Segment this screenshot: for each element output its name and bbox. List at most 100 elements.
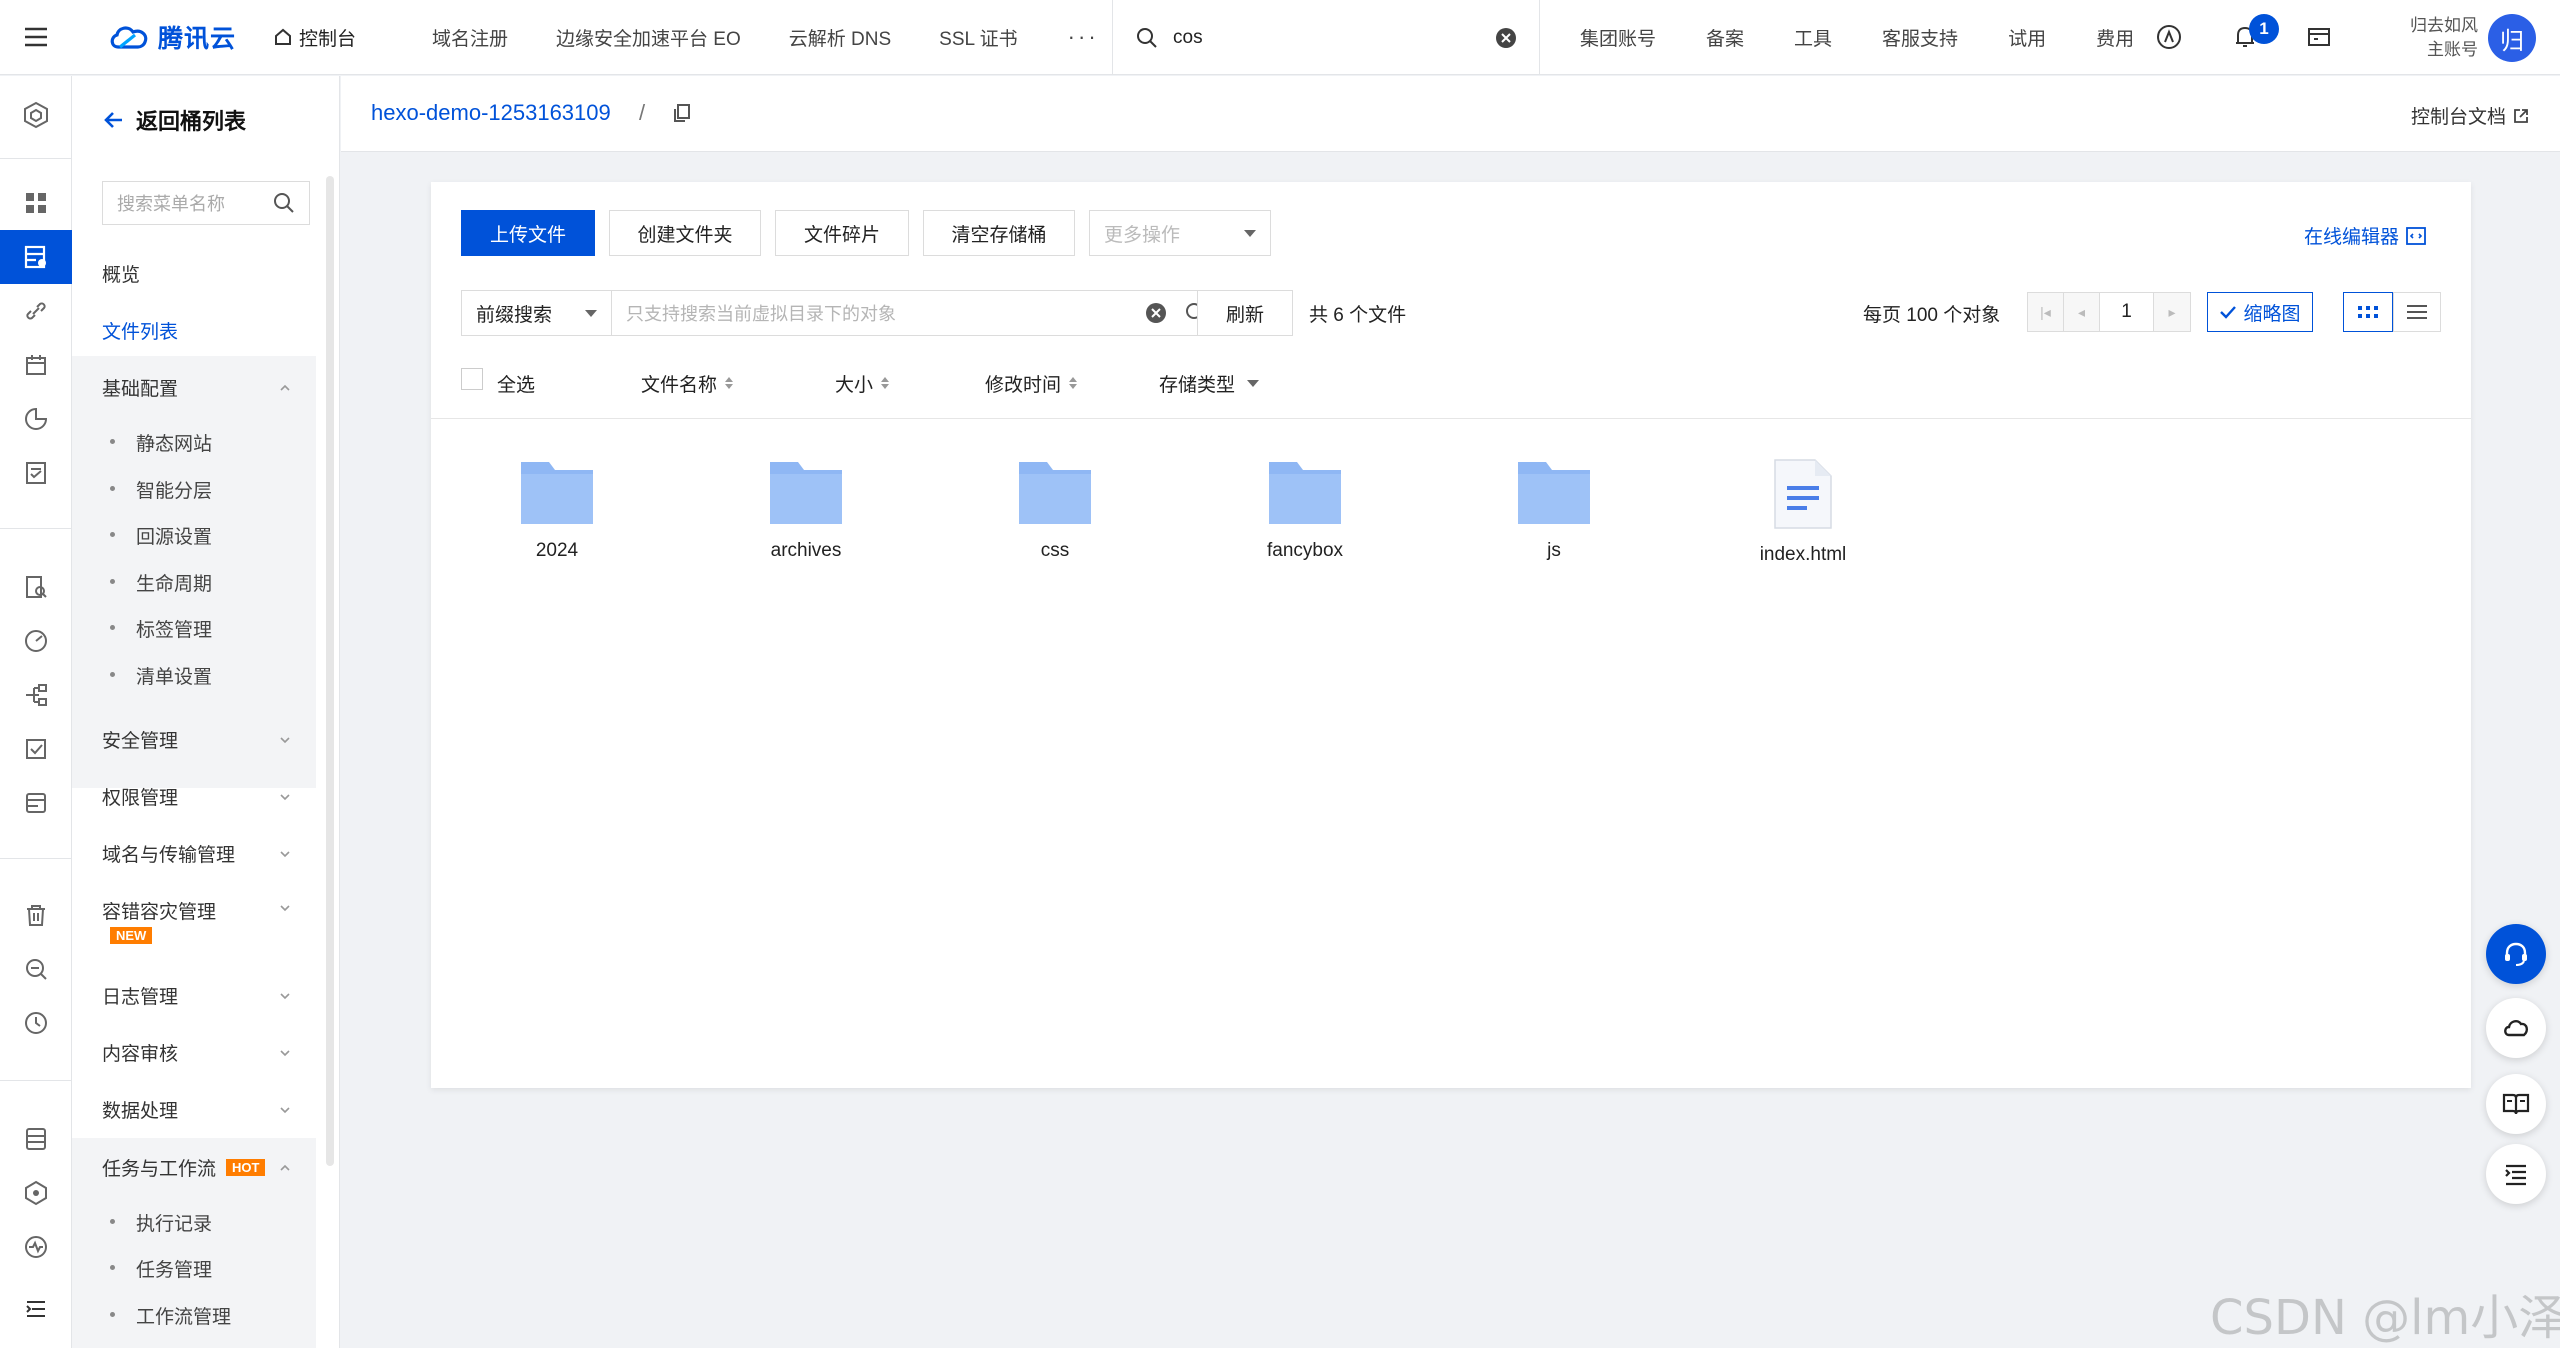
rail-archive[interactable]	[0, 1112, 72, 1166]
nav-group-account[interactable]: 集团账号	[1580, 24, 1656, 51]
rail-inspect[interactable]	[0, 942, 72, 996]
avatar[interactable]: 归	[2488, 14, 2536, 62]
menu-search-input[interactable]: 搜索菜单名称	[102, 181, 310, 225]
nav-link-eo[interactable]: 边缘安全加速平台 EO	[556, 24, 741, 51]
menu-permission[interactable]: 权限管理	[102, 783, 322, 810]
back-to-bucket-list[interactable]: 返回桶列表	[102, 104, 246, 136]
rail-speed[interactable]	[0, 614, 72, 668]
rail-calendar[interactable]	[0, 338, 72, 392]
brand-logo[interactable]: 腾讯云	[108, 19, 243, 55]
rail-cos-icon[interactable]	[0, 88, 72, 142]
task-list-button[interactable]	[2486, 1144, 2546, 1204]
customer-service-button[interactable]	[2486, 924, 2546, 984]
online-editor-link[interactable]: 在线编辑器	[2304, 222, 2427, 249]
grid-view-button[interactable]	[2343, 292, 2393, 332]
thumbnail-toggle[interactable]: 缩略图	[2207, 292, 2313, 332]
rail-tasks[interactable]	[0, 722, 72, 776]
folder-item[interactable]: js	[1474, 458, 1634, 562]
nav-tools[interactable]: 工具	[1794, 24, 1832, 51]
menu-data-processing[interactable]: 数据处理	[102, 1096, 322, 1123]
rail-search-data[interactable]	[0, 560, 72, 614]
console-link[interactable]: 控制台	[273, 24, 356, 51]
nav-link-dns[interactable]: 云解析 DNS	[789, 24, 891, 51]
upload-file-button[interactable]: 上传文件	[461, 210, 595, 256]
folder-item[interactable]: archives	[726, 458, 886, 562]
nav-support[interactable]: 客服支持	[1882, 24, 1958, 51]
sort-by-modified[interactable]: 修改时间	[985, 368, 1078, 398]
menu-lifecycle[interactable]: 生命周期	[109, 569, 212, 596]
clear-filter-button[interactable]	[1136, 291, 1176, 335]
docs-button[interactable]	[2486, 1074, 2546, 1134]
menu-inventory[interactable]: 清单设置	[109, 662, 212, 689]
rail-collapse[interactable]	[0, 1282, 72, 1336]
create-folder-button[interactable]: 创建文件夹	[609, 210, 761, 256]
list-view-button[interactable]	[2393, 292, 2441, 332]
rail-hierarchy[interactable]	[0, 668, 72, 722]
menu-tag-management[interactable]: 标签管理	[109, 615, 212, 642]
rail-analytics[interactable]	[0, 392, 72, 446]
user-info[interactable]: 归去如风 主账号	[2388, 14, 2478, 62]
menu-file-list[interactable]: 文件列表	[102, 317, 178, 344]
more-operations-dropdown[interactable]: 更多操作	[1089, 210, 1271, 256]
page-size-select[interactable]: 每页 100 个对象	[1863, 300, 2000, 327]
menu-execution-records[interactable]: 执行记录	[109, 1209, 212, 1236]
nav-link-ssl[interactable]: SSL 证书	[939, 24, 1018, 51]
menu-task-management[interactable]: 任务管理	[109, 1255, 212, 1282]
rail-monitor[interactable]	[0, 996, 72, 1050]
nav-filing[interactable]: 备案	[1706, 24, 1744, 51]
storage-class-filter[interactable]: 存储类型	[1159, 368, 1260, 398]
file-name: css	[1040, 540, 1070, 561]
nav-trial[interactable]: 试用	[2008, 24, 2046, 51]
clear-search-icon[interactable]	[1495, 27, 1517, 49]
shopping-cart-icon[interactable]	[2304, 22, 2334, 52]
clear-bucket-button[interactable]: 清空存储桶	[923, 210, 1075, 256]
global-search-input[interactable]: cos	[1112, 0, 1540, 75]
rail-network[interactable]	[0, 1166, 72, 1220]
bucket-name[interactable]: hexo-demo-1253163109	[371, 100, 611, 126]
rail-health[interactable]	[0, 1220, 72, 1274]
sort-by-size[interactable]: 大小	[835, 368, 890, 398]
rail-trash[interactable]	[0, 888, 72, 942]
rail-storage[interactable]	[0, 776, 72, 830]
file-item[interactable]: index.html	[1723, 458, 1883, 566]
menu-overview[interactable]: 概览	[102, 260, 140, 287]
search-mode-select[interactable]: 前缀搜索	[462, 291, 612, 335]
folder-item[interactable]: 2024	[477, 458, 637, 562]
menu-disaster-recovery[interactable]: 容错容灾管理 NEW	[102, 897, 322, 967]
menu-intelligent-tiering[interactable]: 智能分层	[109, 476, 212, 503]
next-page-button[interactable]: ▸	[2154, 293, 2190, 331]
rail-dashboard[interactable]	[0, 176, 72, 230]
first-page-button[interactable]: |◂	[2028, 293, 2064, 331]
object-search-input[interactable]: 只支持搜索当前虚拟目录下的对象	[612, 300, 1136, 326]
menu-basic-config[interactable]: 基础配置	[102, 374, 322, 401]
copy-icon[interactable]	[671, 102, 693, 124]
nav-billing[interactable]: 费用	[2096, 24, 2134, 51]
menu-workflow-management[interactable]: 工作流管理	[109, 1302, 231, 1329]
menu-content-audit[interactable]: 内容审核	[102, 1039, 322, 1066]
ai-assistant-icon[interactable]	[2154, 22, 2184, 52]
menu-domain-transfer[interactable]: 域名与传输管理	[102, 840, 322, 867]
current-page[interactable]: 1	[2100, 293, 2154, 331]
menu-security[interactable]: 安全管理	[102, 726, 322, 753]
more-products-button[interactable]: ···	[1068, 24, 1099, 50]
console-docs-link[interactable]: 控制台文档	[2411, 102, 2530, 129]
folder-item[interactable]: css	[975, 458, 1135, 562]
menu-log[interactable]: 日志管理	[102, 982, 322, 1009]
menu-workflow[interactable]: 任务与工作流 HOT	[102, 1154, 322, 1181]
menu-static-website[interactable]: 静态网站	[109, 429, 212, 456]
dashboard-icon	[26, 193, 46, 213]
select-all-checkbox[interactable]	[461, 368, 483, 390]
menu-toggle-button[interactable]	[0, 0, 72, 75]
nav-link-domain[interactable]: 域名注册	[432, 24, 508, 51]
rail-bucket-list[interactable]	[0, 230, 72, 284]
sort-by-name[interactable]: 文件名称	[641, 368, 734, 398]
rail-link[interactable]	[0, 284, 72, 338]
menu-scrollbar[interactable]	[326, 176, 334, 1166]
menu-origin-settings[interactable]: 回源设置	[109, 522, 212, 549]
rail-report[interactable]	[0, 446, 72, 500]
cloud-assistant-button[interactable]	[2486, 998, 2546, 1058]
refresh-button[interactable]: 刷新	[1197, 290, 1293, 336]
folder-item[interactable]: fancybox	[1225, 458, 1385, 562]
file-fragments-button[interactable]: 文件碎片	[775, 210, 909, 256]
prev-page-button[interactable]: ◂	[2064, 293, 2100, 331]
